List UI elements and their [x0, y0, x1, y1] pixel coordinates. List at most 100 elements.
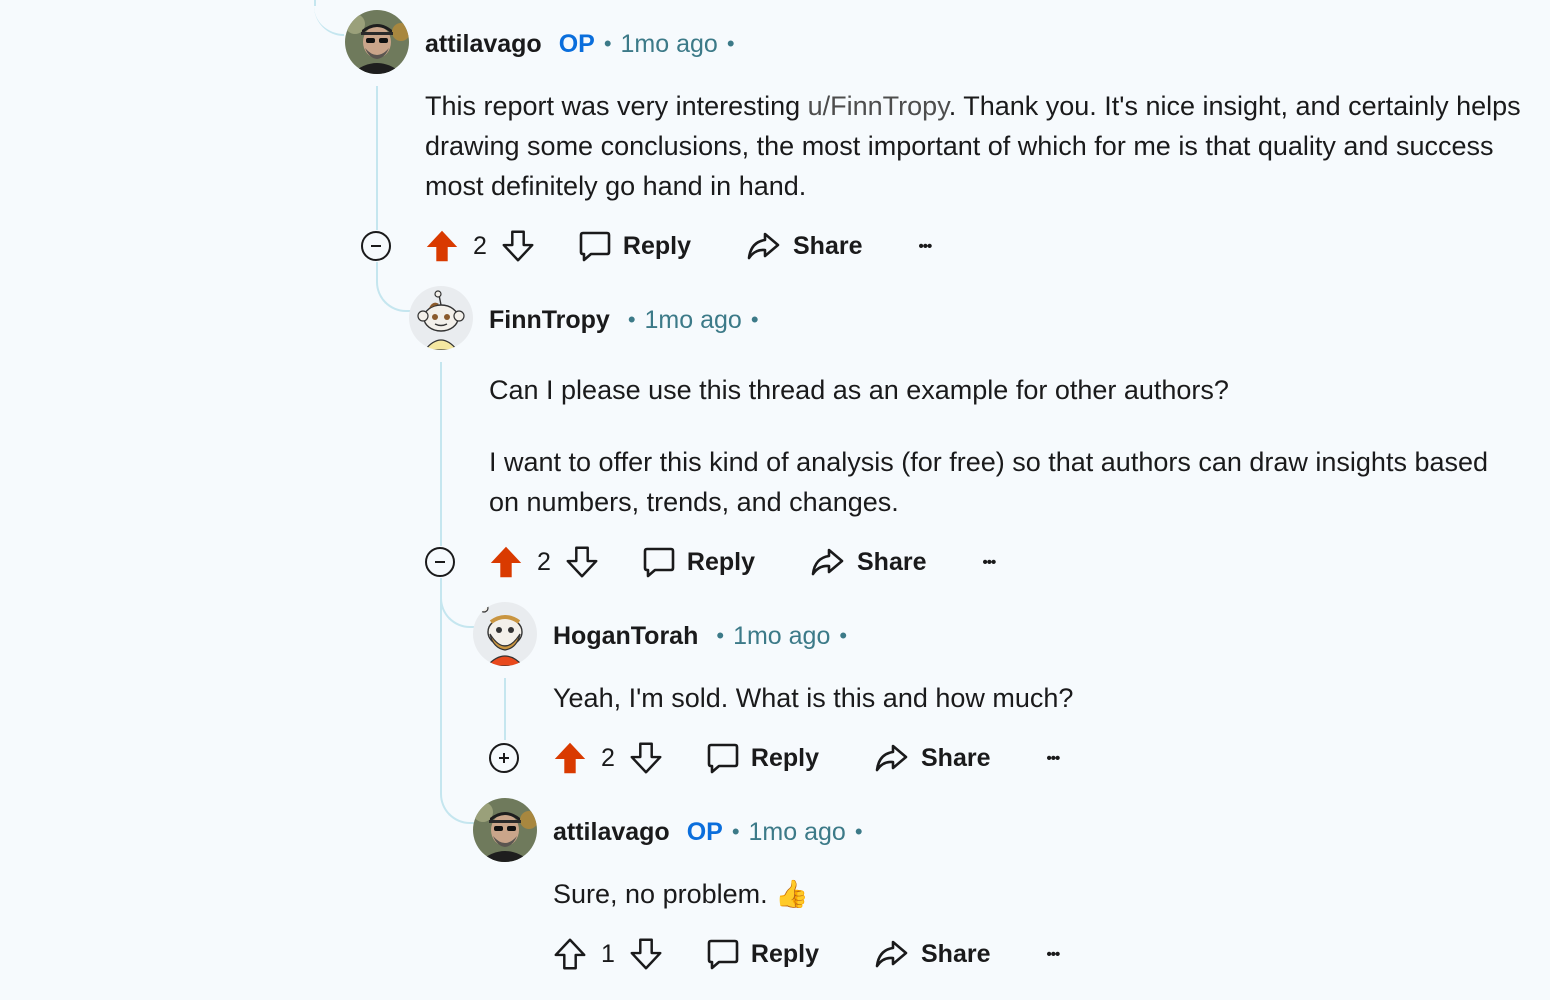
- separator-dot: •: [716, 623, 725, 648]
- separator-dot: •: [839, 623, 848, 648]
- comment-paragraph: I want to offer this kind of analysis (f…: [489, 447, 1489, 517]
- upvote-arrow-icon: [487, 543, 525, 581]
- downvote-arrow-icon: [627, 739, 665, 777]
- share-arrow-icon: [873, 936, 909, 972]
- more-options-button[interactable]: •••: [918, 238, 932, 255]
- timestamp[interactable]: 1mo ago: [733, 622, 830, 651]
- reply-button[interactable]: Reply: [705, 936, 819, 972]
- share-button[interactable]: Share: [873, 740, 990, 776]
- share-label: Share: [857, 547, 927, 576]
- upvote-arrow-icon: [551, 739, 589, 777]
- comment-text: Sure, no problem.: [553, 879, 768, 909]
- comment-meta: attilavago OP • 1mo ago •: [425, 24, 744, 64]
- author-name[interactable]: attilavago: [553, 818, 670, 847]
- avatar[interactable]: [473, 798, 537, 862]
- thumbs-up-emoji-icon: 👍: [775, 879, 809, 909]
- downvote-button[interactable]: [627, 739, 665, 777]
- comment-paragraph: Can I please use this thread as an examp…: [489, 375, 1229, 405]
- reply-label: Reply: [686, 547, 755, 576]
- share-label: Share: [921, 743, 991, 772]
- comment-bubble-icon: [705, 936, 741, 972]
- author-name[interactable]: HoganTorah: [553, 622, 698, 651]
- share-label: Share: [793, 231, 863, 260]
- upvote-button[interactable]: [551, 935, 589, 973]
- comment-meta: HoganTorah • 1mo ago •: [553, 616, 856, 656]
- reply-button[interactable]: Reply: [641, 544, 755, 580]
- downvote-button[interactable]: [627, 935, 665, 973]
- comment-body: This report was very interesting u/FinnT…: [425, 86, 1535, 206]
- share-label: Share: [921, 939, 991, 968]
- separator-dot: •: [603, 31, 612, 56]
- share-arrow-icon: [745, 228, 781, 264]
- downvote-button[interactable]: [499, 227, 537, 265]
- vote-score: 1: [601, 939, 615, 968]
- downvote-arrow-icon: [627, 935, 665, 973]
- share-button[interactable]: Share: [745, 228, 862, 264]
- author-name[interactable]: attilavago: [425, 30, 542, 59]
- timestamp[interactable]: 1mo ago: [749, 818, 846, 847]
- comment-meta: FinnTropy • 1mo ago •: [489, 300, 768, 340]
- separator-dot: •: [854, 819, 863, 844]
- thread-curve-to-comment-2: [376, 262, 410, 312]
- comment-bubble-icon: [705, 740, 741, 776]
- vote-score: 2: [537, 547, 551, 576]
- minus-icon: [371, 245, 381, 247]
- separator-dot: •: [731, 819, 740, 844]
- downvote-arrow-icon: [499, 227, 537, 265]
- upvote-arrow-icon: [551, 935, 589, 973]
- comment-meta: attilavago OP • 1mo ago •: [553, 812, 872, 852]
- vote-score: 2: [473, 231, 487, 260]
- thread-line-comment-3: [504, 678, 506, 740]
- share-arrow-icon: [873, 740, 909, 776]
- thread-curve-top: [314, 0, 344, 36]
- reply-label: Reply: [750, 743, 819, 772]
- reply-button[interactable]: Reply: [705, 740, 819, 776]
- author-name[interactable]: FinnTropy: [489, 306, 610, 335]
- upvote-arrow-icon: [423, 227, 461, 265]
- expand-button[interactable]: [489, 743, 519, 773]
- comment-bubble-icon: [577, 228, 613, 264]
- timestamp[interactable]: 1mo ago: [621, 30, 718, 59]
- minus-icon: [435, 561, 445, 563]
- downvote-button[interactable]: [563, 543, 601, 581]
- comment-actions: 1 Reply Share •••: [551, 929, 1060, 979]
- more-options-button[interactable]: •••: [1046, 750, 1060, 767]
- timestamp[interactable]: 1mo ago: [645, 306, 742, 335]
- collapse-button[interactable]: [425, 547, 455, 577]
- comment-text: Yeah, I'm sold. What is this and how muc…: [553, 683, 1074, 713]
- thread-line-comment-2: [440, 362, 442, 546]
- comment-bubble-icon: [641, 544, 677, 580]
- reply-button[interactable]: Reply: [577, 228, 691, 264]
- avatar[interactable]: [345, 10, 409, 74]
- separator-dot: •: [726, 31, 735, 56]
- upvote-button[interactable]: [423, 227, 461, 265]
- reply-label: Reply: [622, 231, 691, 260]
- share-arrow-icon: [809, 544, 845, 580]
- upvote-button[interactable]: [551, 739, 589, 777]
- comment-body: Yeah, I'm sold. What is this and how muc…: [553, 678, 1513, 718]
- comment-actions: 2 Reply Share •••: [551, 733, 1060, 783]
- upvote-button[interactable]: [487, 543, 525, 581]
- separator-dot: •: [750, 307, 759, 332]
- share-button[interactable]: Share: [809, 544, 926, 580]
- op-badge: OP: [558, 29, 595, 58]
- avatar[interactable]: [409, 286, 473, 350]
- thread-curve-to-comment-4: [440, 578, 474, 824]
- op-badge: OP: [686, 817, 723, 846]
- more-options-button[interactable]: •••: [1046, 946, 1060, 963]
- comment-actions: 2 Reply Share •••: [487, 537, 996, 587]
- more-options-button[interactable]: •••: [982, 554, 996, 571]
- comment-text: This report was very interesting: [425, 91, 808, 121]
- plus-icon: [499, 753, 509, 763]
- share-button[interactable]: Share: [873, 936, 990, 972]
- thread-line-comment-1: [376, 86, 378, 230]
- collapse-button[interactable]: [361, 231, 391, 261]
- user-mention-link[interactable]: u/FinnTropy: [808, 91, 949, 121]
- vote-score: 2: [601, 743, 615, 772]
- separator-dot: •: [627, 307, 636, 332]
- comment-actions: 2 Reply Share •••: [423, 221, 932, 271]
- comment-body: Sure, no problem. 👍: [553, 874, 1513, 914]
- downvote-arrow-icon: [563, 543, 601, 581]
- avatar[interactable]: [473, 602, 537, 666]
- comment-body: Can I please use this thread as an examp…: [489, 370, 1509, 522]
